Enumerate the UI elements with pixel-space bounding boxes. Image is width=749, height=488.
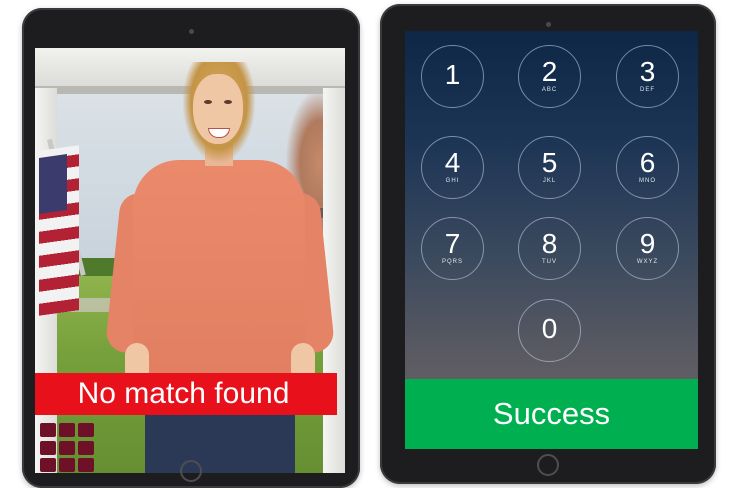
keypad-key-8[interactable]: 8 TUV [518, 217, 581, 280]
key-digit: 3 [639, 56, 656, 87]
front-camera-icon [546, 22, 551, 27]
key-letters: GHI [445, 178, 460, 184]
key-digit: 5 [541, 147, 558, 178]
key-letters: WXYZ [636, 259, 659, 265]
flag-canton [39, 154, 67, 214]
keypad-key-6[interactable]: 6 MNO [616, 136, 679, 199]
keypad-key-1[interactable]: 1 [421, 45, 484, 108]
key-letters: TUV [542, 259, 557, 265]
key-digit: 1 [444, 59, 461, 90]
success-text: Success [492, 396, 611, 431]
no-match-banner: No match found [35, 373, 337, 415]
front-camera-icon [189, 29, 194, 34]
key-digit: 4 [444, 147, 461, 178]
key-letters: ABC [541, 87, 558, 93]
keypad-key-4[interactable]: 4 GHI [421, 136, 484, 199]
key-letters: JKL [542, 178, 557, 184]
no-match-text: No match found [77, 377, 290, 410]
left-tablet: No match found [22, 8, 360, 488]
keypad-key-2[interactable]: 2 ABC [518, 45, 581, 108]
key-letters: MNO [639, 178, 656, 184]
right-tablet: 1 2 ABC 3 DEF 4 GHI 5 JKL 6 MNO 7 PQRS 8… [380, 4, 716, 484]
passcode-screen: 1 2 ABC 3 DEF 4 GHI 5 JKL 6 MNO 7 PQRS 8… [405, 31, 698, 449]
keypad-key-7[interactable]: 7 PQRS [421, 217, 484, 280]
keypad-key-0[interactable]: 0 [518, 299, 581, 362]
keypad-key-5[interactable]: 5 JKL [518, 136, 581, 199]
key-letters: DEF [640, 87, 655, 93]
key-digit: 6 [639, 147, 656, 178]
success-banner: Success [405, 379, 698, 449]
person-eye [224, 100, 232, 104]
keypad-key-3[interactable]: 3 DEF [616, 45, 679, 108]
key-letters: PQRS [441, 259, 463, 265]
camera-feed: No match found [35, 48, 345, 473]
person-eye [204, 100, 212, 104]
key-digit: 9 [639, 228, 656, 259]
key-digit: 0 [541, 313, 558, 344]
keypad-key-9[interactable]: 9 WXYZ [616, 217, 679, 280]
home-button[interactable] [537, 454, 559, 476]
key-digit: 8 [541, 228, 558, 259]
home-button[interactable] [180, 460, 202, 482]
key-digit: 2 [541, 56, 558, 87]
maroon-grid-logo-icon [40, 423, 100, 473]
key-digit: 7 [444, 228, 461, 259]
